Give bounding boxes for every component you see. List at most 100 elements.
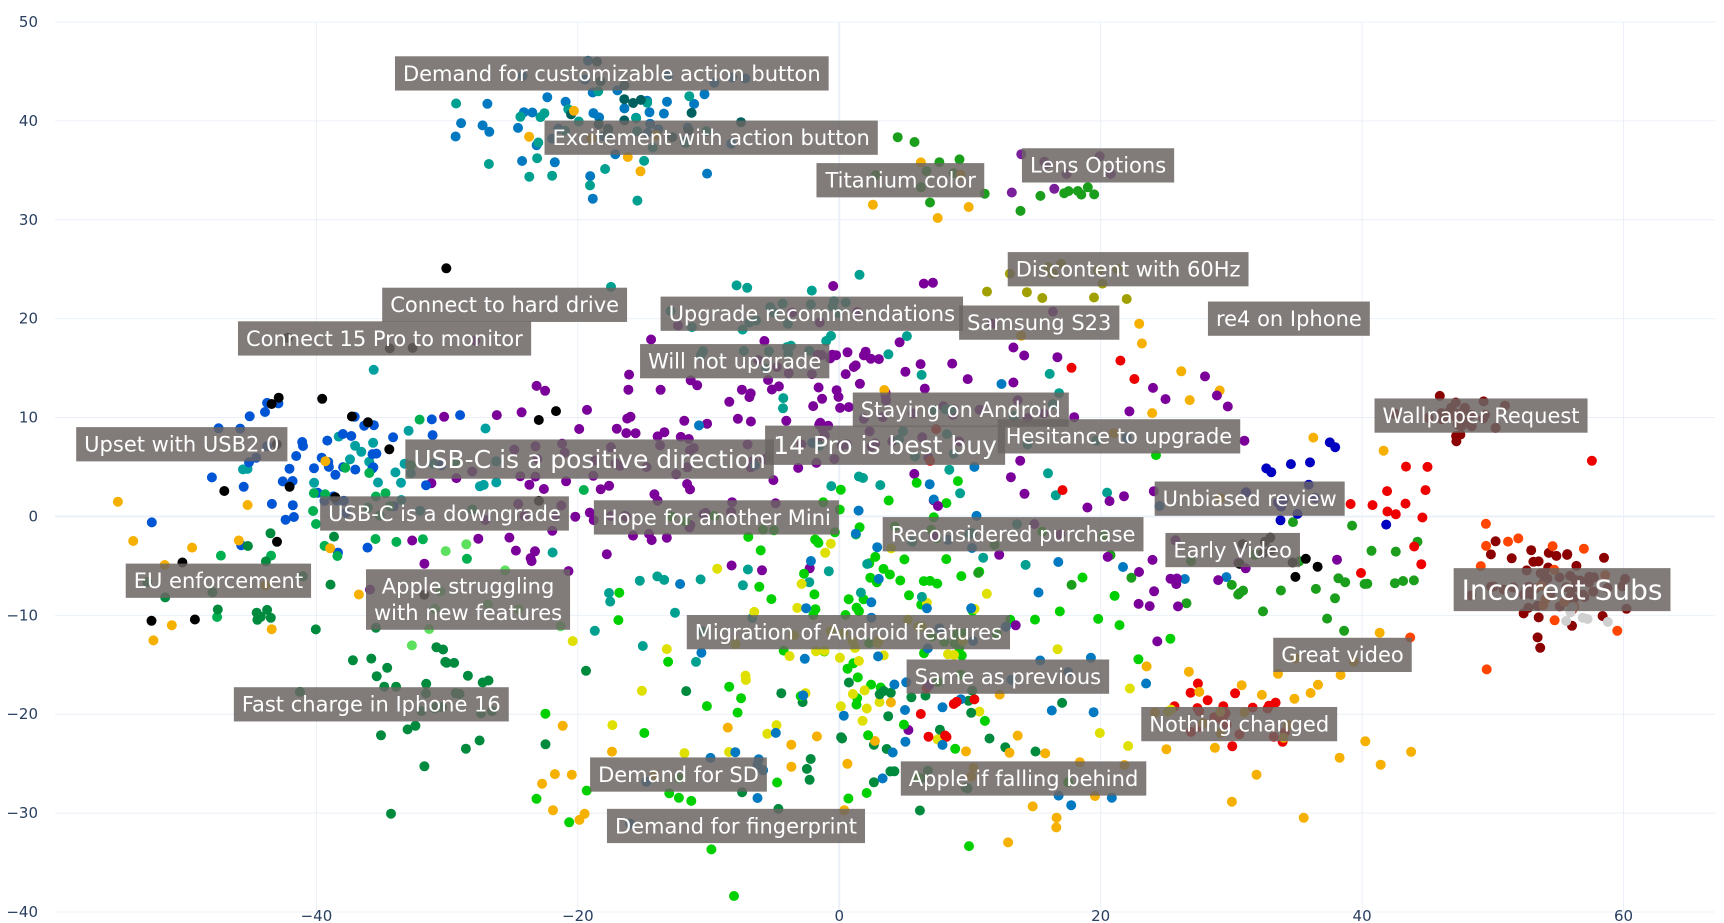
- data-point: [1390, 546, 1401, 557]
- data-point: [456, 118, 467, 129]
- scatter-chart: Demand for customizable action button Exc…: [0, 0, 1724, 923]
- annotation-label: EU enforcement: [125, 563, 312, 598]
- data-point: [346, 411, 357, 422]
- data-point: [1239, 435, 1250, 446]
- data-point: [982, 286, 992, 297]
- data-point: [981, 588, 992, 599]
- data-point: [513, 122, 523, 133]
- data-point: [112, 496, 123, 507]
- data-point: [233, 535, 244, 546]
- x-tick-label: 40: [1353, 907, 1372, 923]
- data-point: [266, 624, 277, 635]
- data-point: [1480, 518, 1491, 529]
- data-point: [1184, 395, 1195, 406]
- data-point: [906, 692, 917, 703]
- data-point: [1051, 812, 1062, 823]
- data-point: [350, 464, 361, 475]
- x-tick-label: 0: [834, 907, 844, 923]
- data-point: [1275, 515, 1286, 526]
- data-point: [1119, 491, 1129, 502]
- data-point: [1374, 627, 1385, 638]
- data-point: [455, 410, 466, 421]
- annotation-label: Hesitance to upgrade: [997, 419, 1241, 454]
- data-point: [883, 349, 894, 360]
- data-point: [1104, 496, 1115, 507]
- data-point: [1312, 561, 1323, 572]
- data-point: [805, 754, 816, 764]
- data-point: [755, 545, 766, 556]
- data-point: [1602, 616, 1613, 627]
- data-point: [549, 769, 560, 780]
- data-point: [1088, 707, 1099, 718]
- annotation-text: Great video: [1281, 643, 1404, 667]
- data-point: [317, 393, 328, 404]
- data-point: [695, 574, 706, 585]
- annotation-label: Same as previous: [906, 659, 1110, 694]
- data-point: [850, 528, 861, 539]
- x-tick-label: 20: [1091, 907, 1110, 923]
- data-point: [308, 506, 319, 516]
- data-point: [1256, 689, 1267, 700]
- data-point: [940, 730, 951, 741]
- data-point: [1020, 559, 1031, 570]
- annotation-label: Early Video: [1165, 532, 1300, 568]
- annotation-text: Migration of Android features: [695, 620, 1002, 644]
- data-point: [868, 777, 879, 788]
- data-point: [781, 415, 792, 426]
- data-point: [963, 202, 974, 212]
- data-point: [909, 137, 920, 147]
- data-point: [744, 392, 755, 403]
- data-point: [1147, 554, 1158, 565]
- annotation-label: Demand for SD: [590, 757, 767, 792]
- data-point: [874, 689, 885, 700]
- annotation-label: USB-C is a downgrade: [320, 496, 569, 531]
- data-point: [407, 535, 418, 546]
- data-point: [996, 379, 1007, 389]
- data-point: [887, 747, 898, 758]
- data-point: [373, 477, 383, 488]
- data-point: [390, 467, 401, 478]
- data-point: [1008, 342, 1019, 353]
- data-point: [706, 844, 717, 855]
- x-tick-label: 60: [1614, 907, 1633, 923]
- data-point: [1366, 545, 1377, 556]
- data-point: [863, 730, 874, 741]
- data-point: [805, 556, 816, 566]
- data-point: [836, 732, 847, 743]
- data-point: [474, 735, 485, 746]
- data-point: [516, 407, 527, 418]
- data-point: [686, 795, 697, 806]
- data-point: [284, 463, 295, 474]
- data-point: [1582, 614, 1593, 624]
- data-point: [421, 480, 431, 491]
- data-point: [1289, 693, 1300, 704]
- data-point: [663, 656, 674, 667]
- annotation-label: Connect to hard drive: [382, 287, 628, 322]
- data-point: [681, 686, 692, 697]
- data-point: [796, 578, 807, 589]
- data-point: [702, 168, 713, 179]
- data-point: [1053, 557, 1064, 567]
- data-point: [376, 730, 386, 741]
- data-point: [1134, 567, 1144, 577]
- data-point: [622, 413, 633, 424]
- data-point: [330, 469, 341, 480]
- data-point: [1275, 585, 1286, 596]
- data-point: [867, 199, 878, 210]
- y-tick-label: 50: [19, 13, 38, 31]
- annotation-text: USB-C is a downgrade: [328, 502, 561, 526]
- data-point: [1481, 540, 1492, 551]
- data-point: [889, 766, 900, 777]
- annotation-text: Incorrect Subs: [1462, 573, 1663, 606]
- data-point: [1136, 338, 1147, 349]
- data-point: [673, 792, 684, 803]
- data-point: [861, 788, 872, 798]
- data-point: [984, 733, 995, 744]
- data-point: [1040, 748, 1051, 759]
- data-point: [962, 374, 973, 385]
- data-point: [242, 500, 253, 510]
- annotation-text: Lens Options: [1030, 154, 1166, 178]
- annotation-text: USB-C is a positive direction: [413, 445, 766, 474]
- data-point: [477, 120, 488, 131]
- data-point: [1481, 664, 1492, 675]
